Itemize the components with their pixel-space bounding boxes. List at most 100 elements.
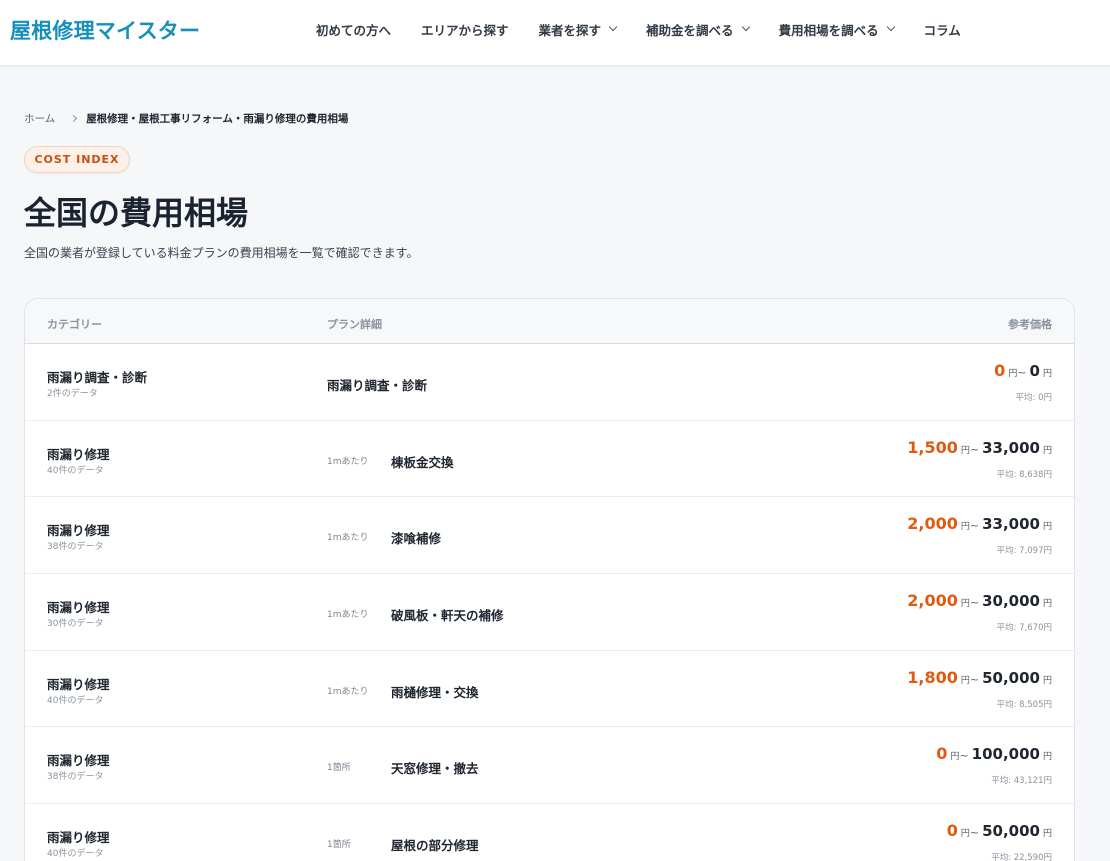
data-count: 40件のデータ: [47, 695, 104, 706]
data-count: 38件のデータ: [47, 542, 104, 553]
average-price: 平均: 22,590円: [991, 853, 1052, 861]
average-price: 平均: 0円: [1015, 393, 1052, 403]
unit-label: 1mあたり: [327, 533, 369, 544]
nav-item-label: 業者を探す: [538, 22, 602, 38]
category-name: 雨漏り修理: [47, 830, 110, 846]
range-tilde: ~: [1017, 366, 1027, 379]
price-range: 2,000 円 ~30,000 円: [907, 591, 1052, 610]
unit-label: 1箇所: [327, 763, 351, 774]
price-min: 2,000: [907, 591, 958, 611]
cost-index-badge: COST INDEX: [24, 146, 130, 173]
plan-name: 棟板金交換: [391, 454, 454, 470]
table-row[interactable]: 雨漏り修理 40件のデータ 1箇所 屋根の部分修理 0 円 ~50,000 円平均: 22,5…: [25, 804, 1074, 861]
column-header-plan: プラン詳細: [327, 318, 382, 331]
table-row[interactable]: 雨漏り調査・診断 2件のデータ 雨漏り調査・診断 0 円 ~0 円平均: 0円: [25, 344, 1074, 421]
nav-item[interactable]: 業者を探す: [538, 20, 618, 39]
nav-item[interactable]: 費用相場を調べる: [778, 20, 895, 39]
price-range: 0 円 ~0 円: [994, 361, 1052, 380]
chevron-down-icon: [608, 22, 618, 32]
category-name: 雨漏り修理: [47, 446, 110, 462]
nav-item-label: エリアから探す: [421, 22, 509, 38]
yen-unit: 円: [1008, 369, 1018, 379]
breadcrumb: ホーム 屋根修理・屋根工事リフォーム・雨漏り修理の費用相場: [24, 111, 348, 126]
nav-item[interactable]: 補助金を調べる: [646, 20, 750, 39]
yen-unit: 円: [950, 752, 960, 763]
plan-name: 屋根の部分修理: [391, 838, 479, 854]
category-name: 雨漏り修理: [47, 676, 110, 692]
yen-unit: 円: [1042, 445, 1052, 456]
nav-item-label: コラム: [923, 22, 961, 38]
table-row[interactable]: 雨漏り修理 30件のデータ 1mあたり 破風板・軒天の補修 2,000 円 ~30,000 円…: [25, 574, 1074, 651]
price-min: 1,500: [907, 437, 958, 457]
yen-unit: 円: [960, 599, 970, 610]
chevron-down-icon: [886, 22, 895, 32]
table-row[interactable]: 雨漏り修理 40件のデータ 1mあたり 雨樋修理・交換 1,800 円 ~50,000 円平均…: [25, 651, 1074, 728]
main-nav: 初めての方へ エリアから探す 業者を探す 補助金を調べる 費用相場を調べる コラム: [316, 19, 991, 39]
yen-unit: 円: [960, 829, 970, 840]
price-max: 0: [1029, 362, 1040, 380]
average-price: 平均: 7,097円: [996, 546, 1052, 557]
price-min: 0: [936, 744, 948, 764]
price-min: 1,800: [907, 667, 958, 687]
nav-item-label: 費用相場を調べる: [778, 22, 879, 38]
page-title: 全国の費用相場: [24, 194, 249, 232]
column-header-price: 参考価格: [1008, 318, 1052, 331]
price-max: 33,000: [982, 515, 1040, 534]
yen-unit: 円: [960, 675, 970, 686]
page-description: 全国の業者が登録している料金プランの費用相場を一覧で確認できます。: [24, 246, 419, 260]
price-max: 50,000: [982, 822, 1040, 841]
yen-unit: 円: [960, 522, 970, 533]
nav-item[interactable]: 初めての方へ: [316, 20, 391, 39]
category-name: 雨漏り修理: [47, 523, 110, 539]
average-price: 平均: 7,670円: [996, 623, 1052, 634]
unit-label: 1箇所: [327, 840, 351, 851]
nav-item-label: 初めての方へ: [316, 22, 392, 38]
average-price: 平均: 43,121円: [991, 776, 1052, 787]
price-max: 30,000: [982, 592, 1040, 611]
yen-unit: 円: [1042, 599, 1052, 610]
price-range: 1,500 円 ~33,000 円: [907, 438, 1052, 457]
price-range: 0 円 ~50,000 円: [947, 821, 1052, 840]
cost-table: カテゴリー プラン詳細 参考価格 雨漏り調査・診断 2件のデータ 雨漏り調査・診断 0…: [24, 298, 1075, 861]
price-range: 1,800 円 ~50,000 円: [907, 668, 1052, 687]
price-min: 0: [994, 361, 1006, 380]
price-range: 2,000 円 ~33,000 円: [907, 514, 1052, 533]
price-min: 0: [946, 821, 958, 841]
plan-name: 雨漏り調査・診断: [327, 378, 428, 393]
range-tilde: ~: [969, 672, 980, 686]
plan-name: 破風板・軒天の補修: [391, 608, 504, 624]
yen-unit: 円: [1042, 829, 1052, 840]
unit-label: 1mあたり: [327, 456, 369, 467]
breadcrumb-current: 屋根修理・屋根工事リフォーム・雨漏り修理の費用相場: [86, 113, 349, 125]
price-max: 33,000: [982, 438, 1040, 457]
chevron-down-icon: [741, 22, 750, 32]
breadcrumb-home-link[interactable]: ホーム: [24, 111, 55, 126]
range-tilde: ~: [969, 442, 980, 456]
average-price: 平均: 8,638円: [996, 469, 1052, 480]
yen-unit: 円: [1042, 675, 1052, 686]
chevron-right-icon: [70, 114, 78, 123]
table-row[interactable]: 雨漏り修理 40件のデータ 1mあたり 棟板金交換 1,500 円 ~33,000 円平均: …: [25, 421, 1074, 498]
column-header-category: カテゴリー: [47, 318, 102, 331]
range-tilde: ~: [969, 519, 980, 533]
price-max: 100,000: [971, 745, 1040, 764]
nav-item[interactable]: エリアから探す: [421, 20, 509, 39]
unit-label: 1mあたり: [327, 686, 369, 697]
table-body: 雨漏り調査・診断 2件のデータ 雨漏り調査・診断 0 円 ~0 円平均: 0円 雨漏り修理 40…: [25, 344, 1074, 861]
site-logo[interactable]: 屋根修理マイスター: [10, 15, 200, 45]
data-count: 40件のデータ: [47, 465, 104, 476]
nav-item[interactable]: コラム: [924, 20, 961, 39]
data-count: 40件のデータ: [47, 849, 104, 860]
price-max: 50,000: [982, 668, 1040, 687]
site-header: 屋根修理マイスター 初めての方へ エリアから探す 業者を探す 補助金を調べる 費用相場を…: [0, 0, 1110, 66]
yen-unit: 円: [1042, 369, 1052, 379]
table-row[interactable]: 雨漏り修理 38件のデータ 1mあたり 漆喰補修 2,000 円 ~33,000 円平均: 7…: [25, 497, 1074, 575]
range-tilde: ~: [959, 749, 969, 763]
data-count: 38件のデータ: [47, 772, 104, 783]
category-name: 雨漏り修理: [47, 600, 110, 616]
unit-label: 1mあたり: [327, 610, 369, 621]
yen-unit: 円: [1042, 522, 1052, 533]
plan-name: 天窓修理・撤去: [391, 761, 479, 777]
price-range: 0 円 ~100,000 円: [936, 744, 1052, 763]
table-row[interactable]: 雨漏り修理 38件のデータ 1箇所 天窓修理・撤去 0 円 ~100,000 円平均: 43,…: [25, 727, 1074, 805]
